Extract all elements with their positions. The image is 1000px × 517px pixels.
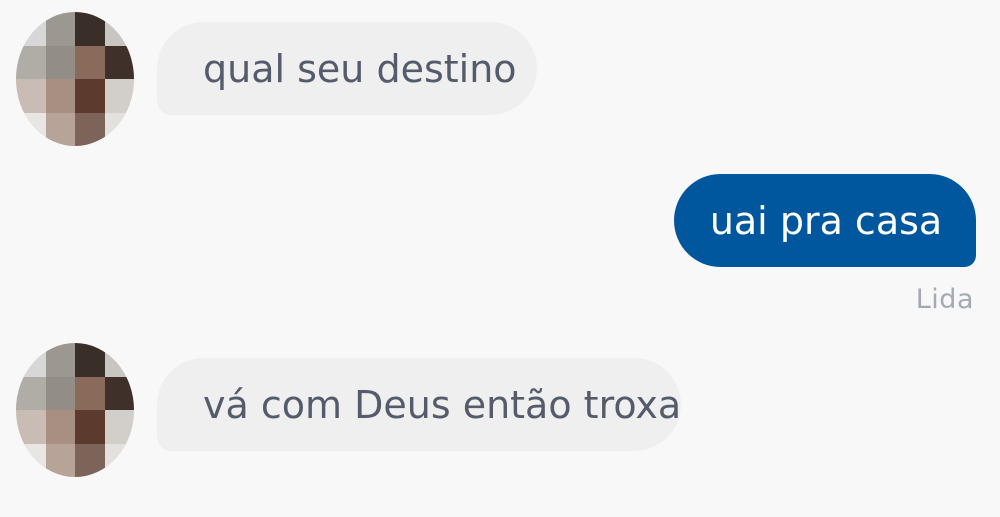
avatar-pixel xyxy=(16,410,46,444)
avatar-pixel xyxy=(45,112,75,146)
avatar-pixel xyxy=(16,343,46,377)
incoming-message-bubble[interactable]: qual seu destino xyxy=(157,22,537,115)
avatar-pixel xyxy=(104,12,134,46)
avatar-pixel xyxy=(45,443,75,477)
avatar-pixel xyxy=(104,343,134,377)
avatar-pixel xyxy=(104,79,134,113)
avatar-pixel xyxy=(45,45,75,79)
avatar-pixel xyxy=(104,376,134,410)
avatar-pixel xyxy=(75,376,105,410)
message-text: vá com Deus então troxa xyxy=(203,382,682,427)
avatar-pixel xyxy=(75,343,105,377)
message-text: uai pra casa xyxy=(709,198,943,243)
avatar-pixel xyxy=(45,376,75,410)
avatar-pixel xyxy=(104,410,134,444)
message-text: qual seu destino xyxy=(203,46,517,91)
avatar-pixel xyxy=(104,443,134,477)
outgoing-message-bubble[interactable]: uai pra casa xyxy=(674,174,976,267)
avatar-pixel xyxy=(45,79,75,113)
read-receipt: Lida xyxy=(915,284,974,315)
avatar-pixel xyxy=(104,45,134,79)
chat-thread: qual seu destino uai pra casa Lida vá co… xyxy=(0,0,1000,517)
avatar-pixel xyxy=(16,376,46,410)
avatar-pixel xyxy=(104,112,134,146)
avatar-pixel xyxy=(75,410,105,444)
avatar-pixel xyxy=(75,112,105,146)
avatar-pixel xyxy=(16,112,46,146)
avatar-pixel xyxy=(75,12,105,46)
avatar-pixel xyxy=(45,410,75,444)
avatar-pixel xyxy=(75,79,105,113)
avatar-pixel xyxy=(16,45,46,79)
incoming-message-bubble[interactable]: vá com Deus então troxa xyxy=(157,358,681,451)
avatar-pixel xyxy=(16,443,46,477)
avatar-pixel xyxy=(75,45,105,79)
contact-avatar[interactable] xyxy=(16,343,134,477)
avatar-pixel xyxy=(16,12,46,46)
avatar-pixel xyxy=(45,343,75,377)
avatar-pixel xyxy=(16,79,46,113)
contact-avatar[interactable] xyxy=(16,12,134,146)
avatar-pixel xyxy=(45,12,75,46)
avatar-pixel xyxy=(75,443,105,477)
